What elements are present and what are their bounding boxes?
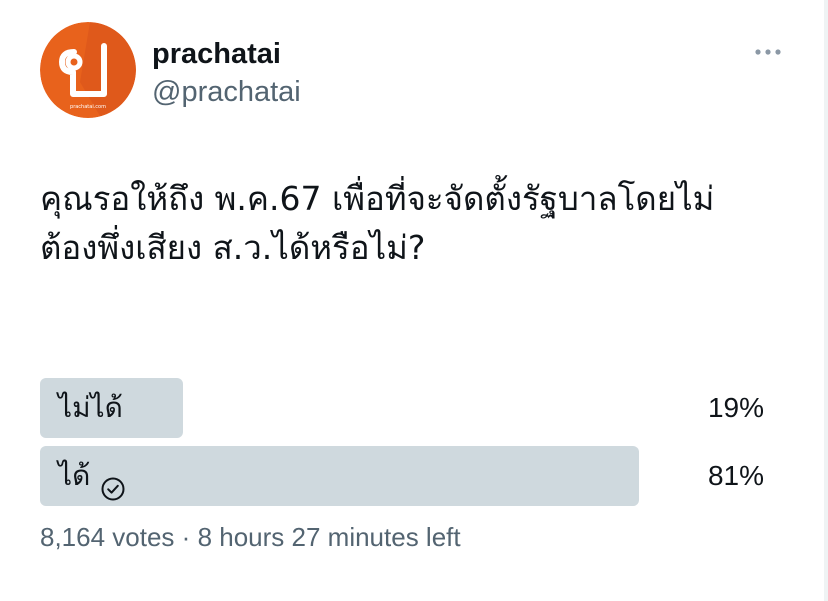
poll-option-no[interactable]: ไม่ได้ 19% xyxy=(40,378,780,438)
tweet-text: คุณรอให้ถึง พ.ค.67 เพื่อที่จะจัดตั้งรัฐบ… xyxy=(40,174,780,272)
poll-meta: 8,164 votes · 8 hours 27 minutes left xyxy=(40,522,461,553)
more-horizontal-icon[interactable] xyxy=(752,40,788,64)
poll-vote-count: 8,164 votes xyxy=(40,522,175,552)
poll-option-text: ไม่ได้ xyxy=(58,391,123,424)
poll-bar xyxy=(40,446,639,506)
author-handle[interactable]: @prachatai xyxy=(152,76,301,109)
author-display-name[interactable]: prachatai xyxy=(152,38,281,71)
check-circle-icon xyxy=(100,463,126,501)
poll-time-left: 8 hours 27 minutes left xyxy=(197,522,461,552)
poll-option-label: ไม่ได้ xyxy=(58,378,123,438)
scroll-edge xyxy=(824,0,828,601)
poll-option-text: ได้ xyxy=(58,459,91,492)
tweet-text-line: ต้องพึ่งเสียง ส.ว.ได้หรือไม่? xyxy=(40,228,426,267)
tweet-card: prachatai.com prachatai @prachatai คุณรอ… xyxy=(0,0,828,601)
poll-option-percent: 81% xyxy=(707,460,764,491)
avatar-caption: prachatai.com xyxy=(70,104,106,110)
prachatai-logo-icon: prachatai.com xyxy=(40,22,136,118)
poll-option-yes[interactable]: ได้ 81% xyxy=(40,446,780,506)
tweet-text-line: คุณรอให้ถึง พ.ค.67 เพื่อที่จะจัดตั้งรัฐบ… xyxy=(40,179,715,218)
poll-meta-separator: · xyxy=(181,522,191,552)
poll-option-label: ได้ xyxy=(58,446,126,506)
poll-option-percent: 19% xyxy=(707,392,764,423)
author-avatar[interactable]: prachatai.com xyxy=(40,22,136,118)
